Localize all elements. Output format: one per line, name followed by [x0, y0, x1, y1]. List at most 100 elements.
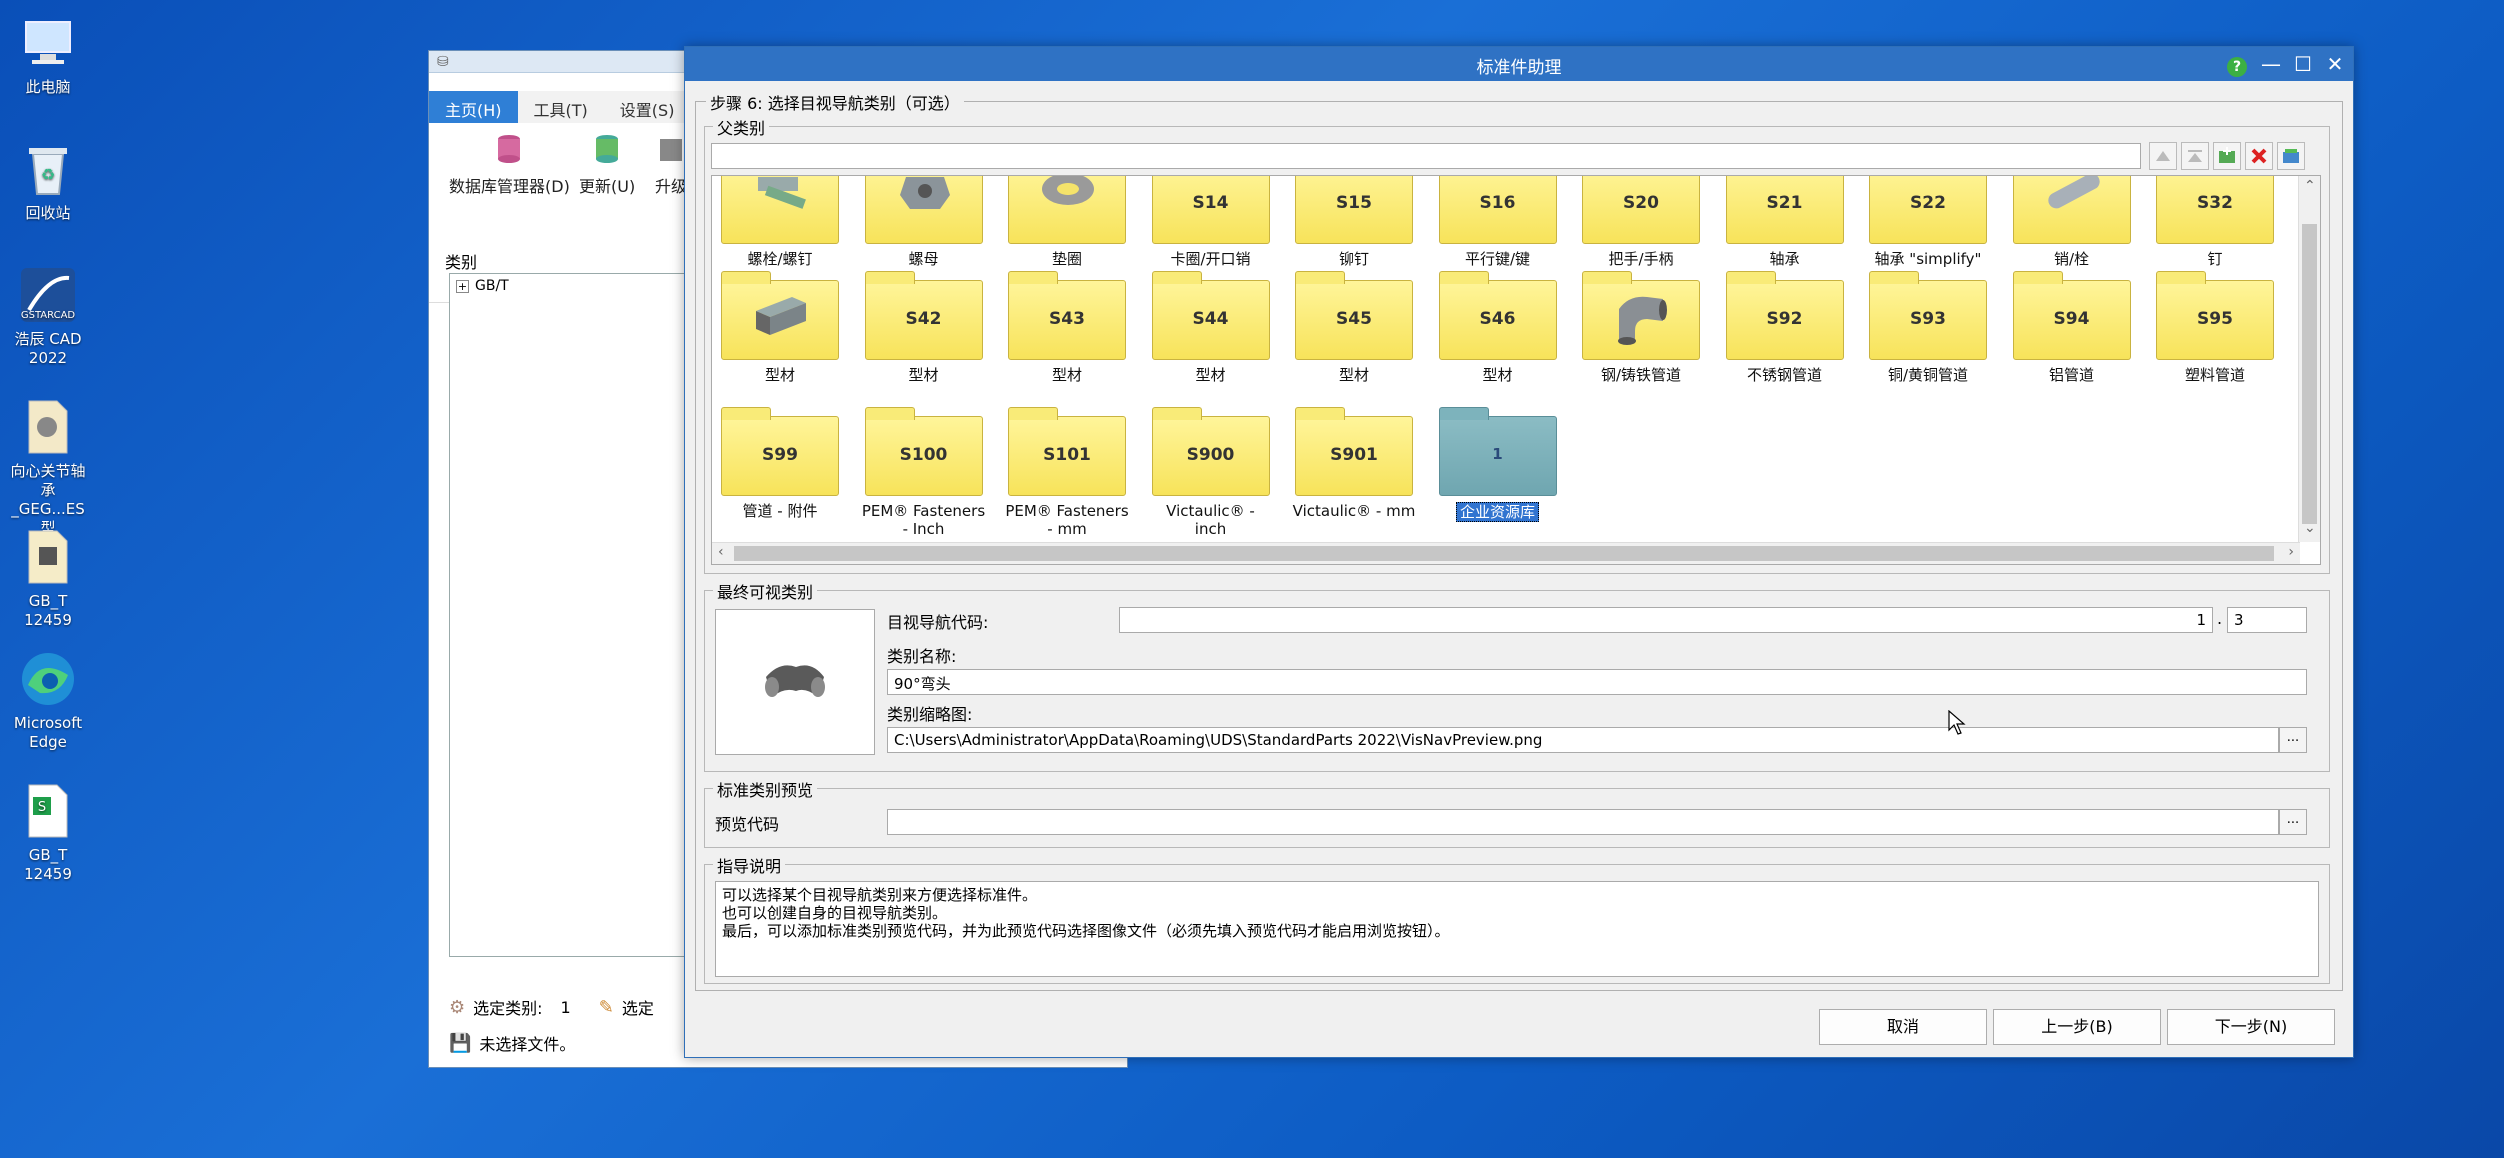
folder-tile[interactable]: 型材: [718, 271, 842, 384]
save-icon: 💾: [449, 1032, 472, 1054]
horizontal-scroll-thumb[interactable]: [734, 546, 2274, 561]
edit-category-button[interactable]: [2277, 142, 2305, 170]
folder-tile[interactable]: S92 不锈钢管道: [1723, 271, 1847, 384]
folder-tile[interactable]: S93 铜/黄铜管道: [1866, 271, 1990, 384]
folder-tile[interactable]: S21 轴承: [1723, 176, 1847, 268]
folder-tile[interactable]: S101 PEM® Fasteners - mm: [1005, 407, 1129, 538]
desktop-icon-computer[interactable]: 此电脑: [4, 14, 92, 97]
elbow-fitting-icon: [765, 665, 825, 697]
scroll-left-icon[interactable]: ‹: [718, 544, 724, 560]
guide-text-area[interactable]: 可以选择某个目视导航类别来方便选择标准件。 也可以创建自身的目视导航类别。 最后…: [715, 881, 2319, 977]
tab-tools[interactable]: 工具(T): [518, 91, 604, 123]
desktop-icon-recycle-bin[interactable]: ♻ 回收站: [4, 140, 92, 223]
folder-code: 1: [1492, 445, 1503, 463]
category-thumbnail-preview: [715, 609, 875, 755]
help-button[interactable]: ?: [2221, 49, 2253, 79]
folder-tile[interactable]: S15 铆钉: [1292, 176, 1416, 268]
up-level-button[interactable]: [2149, 142, 2177, 170]
folder-tile[interactable]: S46 型材: [1436, 271, 1560, 384]
delete-category-button[interactable]: [2245, 142, 2273, 170]
folder-code: S101: [1043, 445, 1091, 465]
folder-tile[interactable]: S22 轴承 "simplify": [1866, 176, 1990, 268]
final-category-label: 最终可视类别: [713, 579, 818, 603]
folder-tile[interactable]: 螺栓/螺钉: [718, 176, 842, 268]
vertical-scroll-thumb[interactable]: [2302, 224, 2317, 524]
category-name-field[interactable]: 90°弯头: [887, 669, 2307, 695]
folder-tile[interactable]: 钢/铸铁管道: [1579, 271, 1703, 384]
folder-tile[interactable]: S16 平行键/键: [1436, 176, 1560, 268]
folder-caption: 塑料管道: [2184, 366, 2245, 384]
update-button[interactable]: 更新(U): [579, 133, 635, 197]
folder-tile[interactable]: S901 Victaulic® - mm: [1292, 407, 1416, 520]
folder-tile[interactable]: 垫圈: [1005, 176, 1129, 268]
edit-icon: [2283, 149, 2299, 163]
folder-icon: S14: [1151, 176, 1270, 244]
db-manager-button[interactable]: 数据库管理器(D): [449, 133, 570, 197]
folder-tile[interactable]: S14 卡圈/开口销: [1149, 176, 1273, 268]
folder-caption: 不锈钢管道: [1746, 366, 1822, 384]
folder-tile[interactable]: S94 铝管道: [2010, 271, 2134, 384]
folder-tile[interactable]: S42 型材: [862, 271, 986, 384]
folder-code: S15: [1336, 193, 1372, 213]
vertical-scrollbar[interactable]: ⌃ ⌄: [2298, 176, 2320, 542]
computer-icon: [19, 14, 77, 72]
parent-path-field[interactable]: [711, 143, 2141, 169]
cancel-button[interactable]: 取消: [1819, 1009, 1987, 1045]
minimize-button[interactable]: —: [2255, 49, 2287, 79]
maximize-button[interactable]: ☐: [2287, 49, 2319, 79]
tab-home[interactable]: 主页(H): [429, 91, 518, 123]
browse-preview-button[interactable]: ...: [2279, 809, 2307, 835]
folder-tile[interactable]: S20 把手/手柄: [1579, 176, 1703, 268]
scroll-right-icon[interactable]: ›: [2288, 544, 2294, 560]
add-category-button[interactable]: [2213, 142, 2241, 170]
next-button[interactable]: 下一步(N): [2167, 1009, 2335, 1045]
folder-icon: S43: [1008, 271, 1126, 360]
step-label: 步骤 6: 选择目视导航类别（可选）: [706, 90, 964, 114]
folder-tile[interactable]: S900 Victaulic® - inch: [1149, 407, 1273, 538]
upgrade-button[interactable]: 升级: [655, 133, 687, 197]
file-icon: [19, 398, 77, 456]
recycle-bin-icon: ♻: [19, 140, 77, 198]
desktop-icon-gbt-file[interactable]: GB_T 12459: [4, 528, 92, 630]
desktop-icon-edge[interactable]: Microsoft Edge: [4, 650, 92, 752]
svg-text:S: S: [38, 800, 46, 815]
folder-tile[interactable]: S95 塑料管道: [2153, 271, 2277, 384]
prev-button[interactable]: 上一步(B): [1993, 1009, 2161, 1045]
folder-tile[interactable]: S99 管道 - 附件: [718, 407, 842, 520]
selected-file-icon: ✎: [598, 996, 614, 1018]
folder-caption: Victaulic® - mm: [1292, 502, 1416, 520]
folder-tile[interactable]: 螺母: [862, 176, 986, 268]
guide-line: 最后，可以添加标准类别预览代码，并为此预览代码选择图像文件（必须先填入预览代码才…: [722, 922, 1450, 940]
tab-settings[interactable]: 设置(S): [604, 91, 691, 123]
top-level-button[interactable]: [2181, 142, 2209, 170]
folder-tile[interactable]: 1 企业资源库: [1436, 407, 1560, 522]
scroll-down-icon[interactable]: ⌄: [2304, 520, 2316, 536]
pipe-elbow-icon: [1618, 296, 1667, 345]
nav-code-field-b[interactable]: 3: [2227, 607, 2307, 633]
folder-tile[interactable]: S45 型材: [1292, 271, 1416, 384]
nav-code-field-a[interactable]: 1: [1119, 607, 2213, 633]
close-button[interactable]: ✕: [2319, 49, 2351, 79]
desktop-icon-gbt-sheet[interactable]: S GB_T 12459: [4, 782, 92, 884]
folder-tile[interactable]: S100 PEM® Fasteners - Inch: [862, 407, 986, 538]
desktop-icon-bearing-file[interactable]: 向心关节轴承_GEG...ES型: [4, 398, 92, 538]
folder-code: S22: [1910, 193, 1946, 213]
tree-node-gbt[interactable]: + GB/T: [456, 278, 509, 294]
folder-icon: S16: [1438, 176, 1557, 244]
scroll-up-icon[interactable]: ⌃: [2304, 178, 2316, 194]
expand-icon[interactable]: +: [456, 279, 469, 293]
folder-tile[interactable]: S43 型材: [1005, 271, 1129, 384]
thumbnail-path-field[interactable]: C:\Users\Administrator\AppData\Roaming\U…: [887, 727, 2279, 753]
desktop-icon-cad[interactable]: GSTARCAD 浩辰 CAD 2022: [4, 266, 92, 368]
horizontal-scrollbar[interactable]: ‹ ›: [712, 542, 2300, 564]
folder-caption: 销/栓: [2053, 250, 2090, 268]
folder-tile[interactable]: S44 型材: [1149, 271, 1273, 384]
preview-code-field[interactable]: [887, 809, 2279, 835]
desktop-icon-label: Microsoft Edge: [13, 714, 83, 751]
folder-code: S20: [1623, 193, 1659, 213]
browse-thumbnail-button[interactable]: ...: [2279, 727, 2307, 753]
folder-view[interactable]: 螺栓/螺钉 螺母 垫圈 S14 卡圈/开口销 S15 铆钉 S16 平行键/键 S20 把手/手柄 S…: [711, 175, 2321, 565]
folder-icon: S42: [864, 271, 983, 360]
folder-tile[interactable]: 销/栓: [2010, 176, 2134, 268]
folder-tile[interactable]: S32 钉: [2153, 176, 2277, 268]
